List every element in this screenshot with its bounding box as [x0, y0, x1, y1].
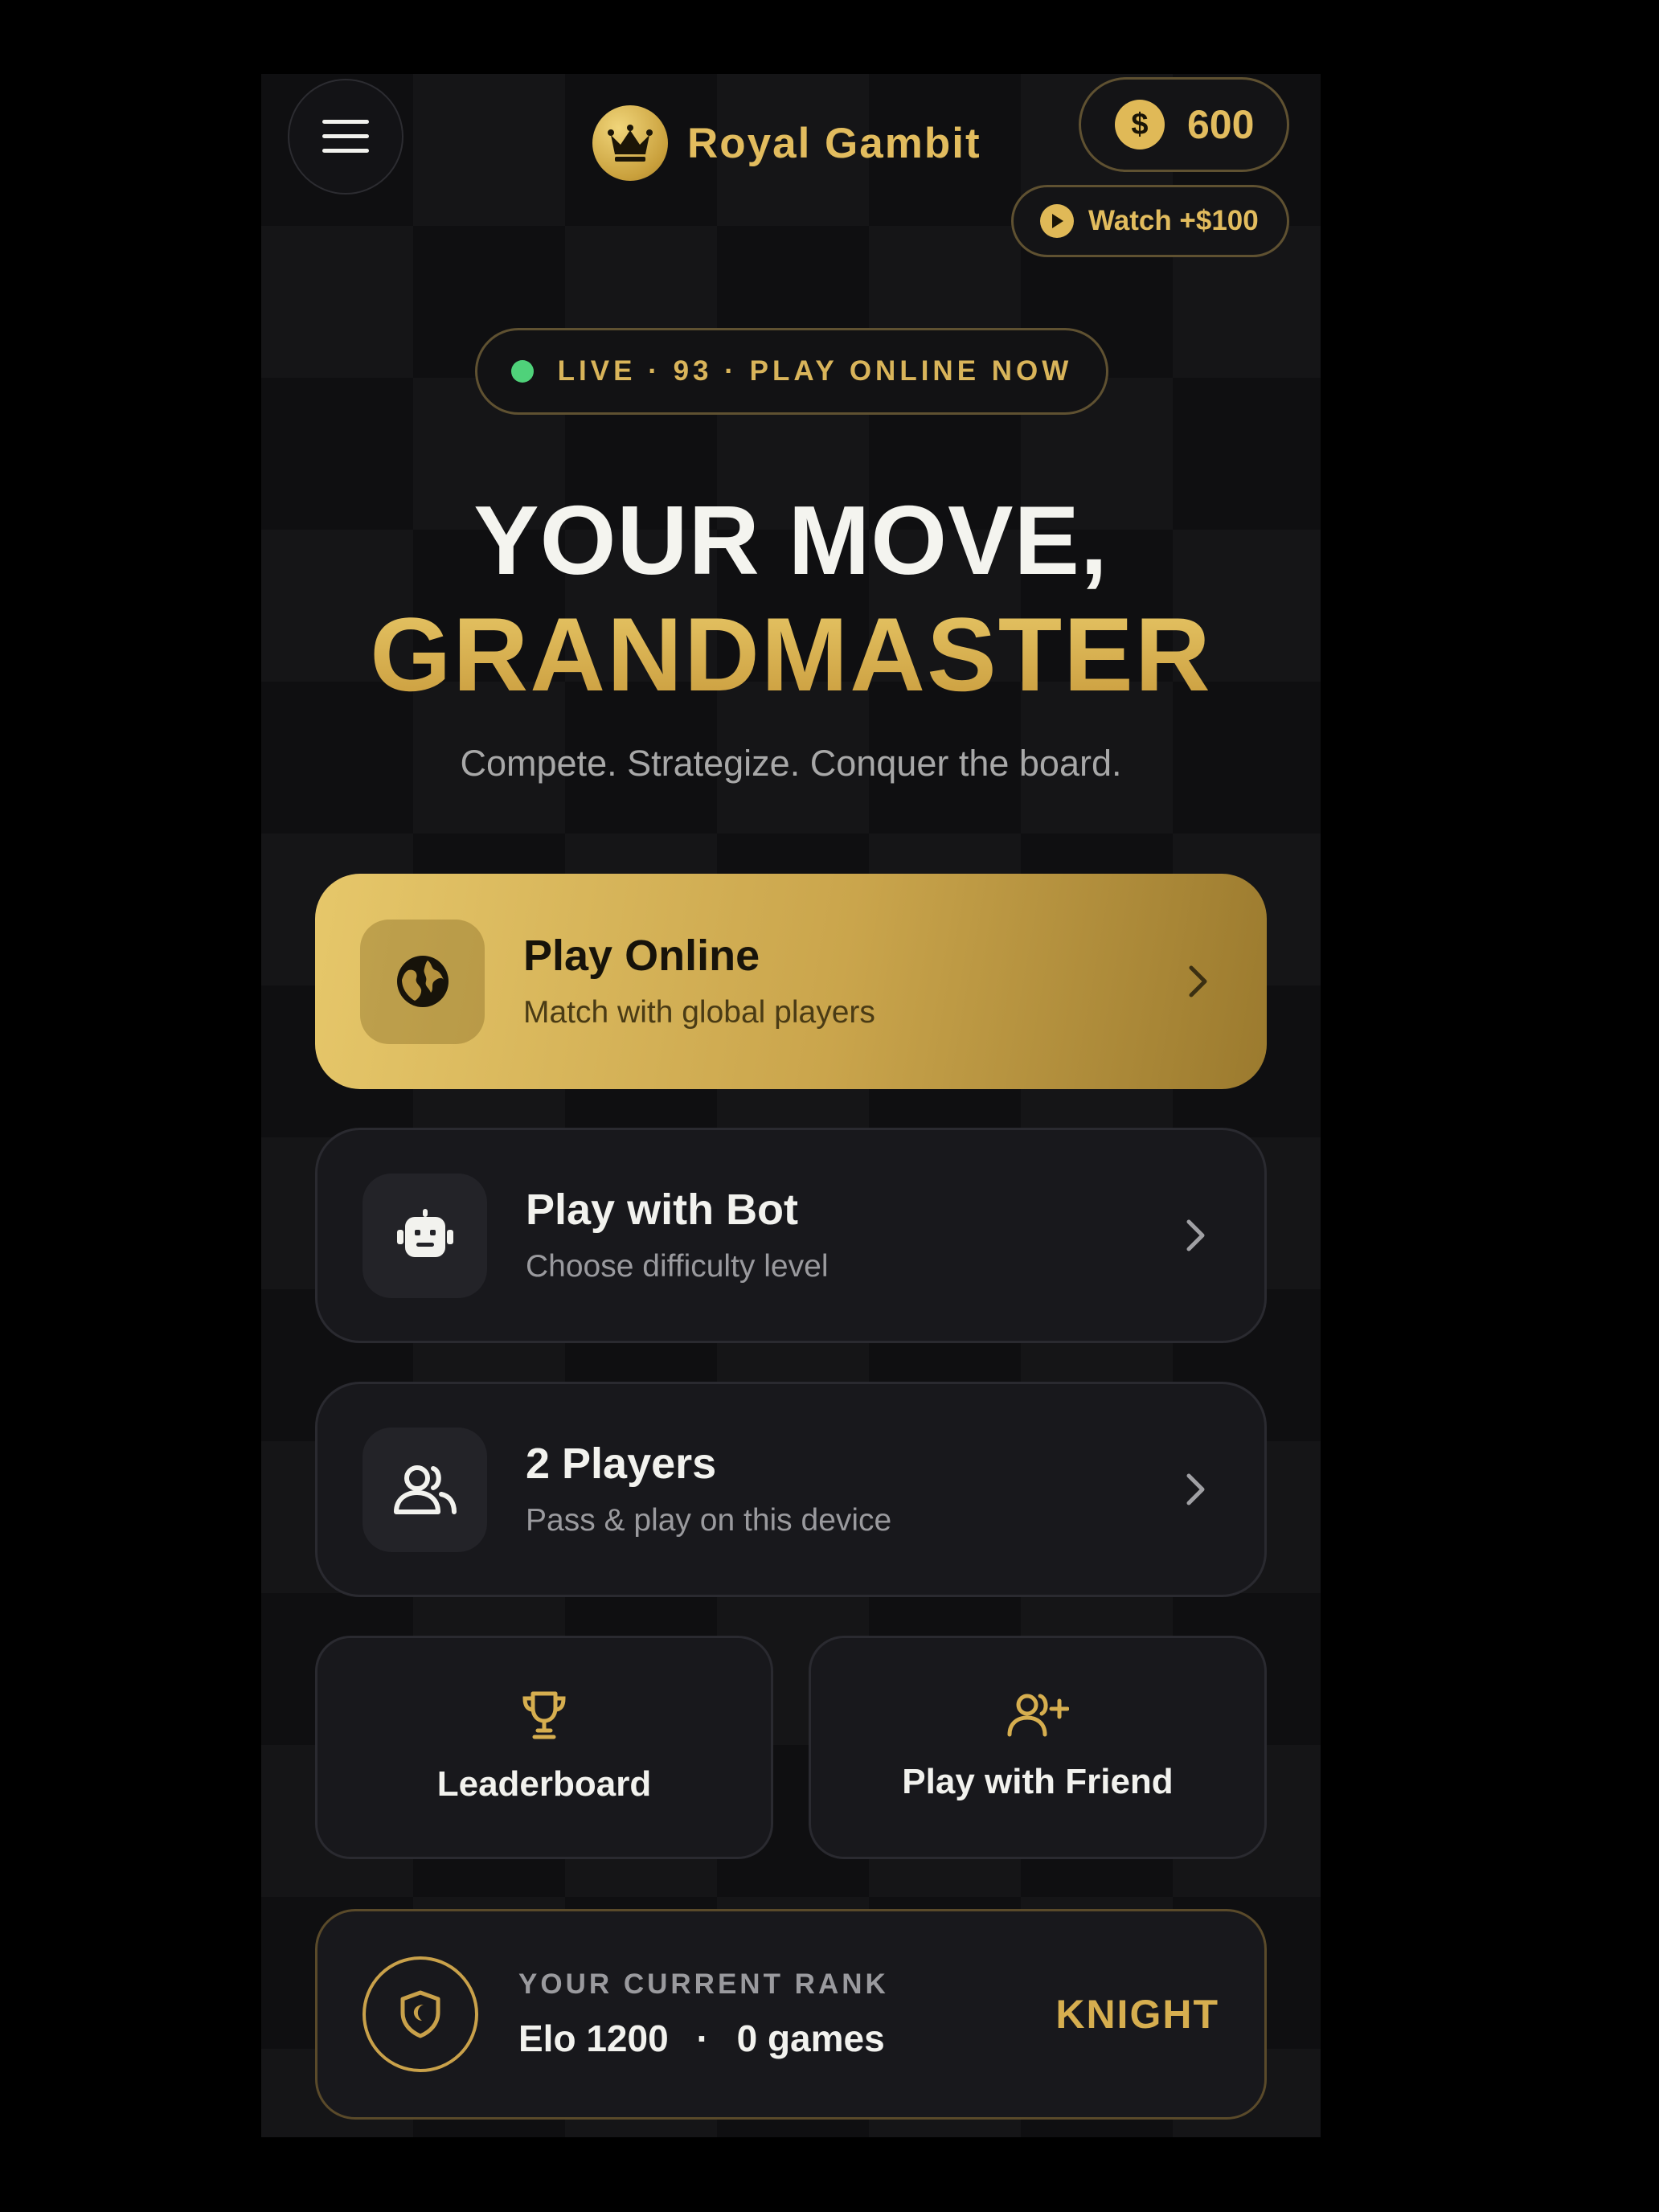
- play-with-friend-label: Play with Friend: [902, 1762, 1174, 1801]
- users-icon: [363, 1427, 487, 1552]
- coin-balance[interactable]: $ 600: [1079, 77, 1289, 172]
- trophy-icon: [522, 1691, 566, 1739]
- games-count: 0 games: [736, 2017, 885, 2059]
- app-logo: Royal Gambit: [592, 103, 981, 183]
- chevron-right-icon: [1189, 965, 1207, 997]
- current-rank-card[interactable]: YOUR CURRENT RANK Elo 1200 · 0 games KNI…: [315, 1909, 1267, 2120]
- shield-icon: [400, 1990, 440, 2038]
- live-indicator-dot: [510, 360, 534, 383]
- coin-count: 600: [1187, 102, 1255, 147]
- rank-badge: [363, 1956, 478, 2072]
- robot-icon: [363, 1173, 487, 1298]
- hero-title-line2: GRANDMASTER: [261, 594, 1321, 715]
- stats-separator: ·: [696, 2017, 709, 2059]
- watch-ad-label: Watch +$100: [1088, 205, 1259, 236]
- play-with-bot-button[interactable]: Play with Bot Choose difficulty level: [315, 1128, 1267, 1343]
- play-online-subtitle: Match with global players: [523, 994, 875, 1030]
- crown-icon: [592, 105, 668, 181]
- play-online-button[interactable]: Play Online Match with global players: [315, 874, 1267, 1089]
- app-title: Royal Gambit: [687, 119, 981, 167]
- app-screen: Royal Gambit $ 600 Watch +$100 LIVE · 93…: [261, 74, 1321, 2137]
- two-players-subtitle: Pass & play on this device: [526, 1502, 892, 1538]
- live-status-text: LIVE · 93 · PLAY ONLINE NOW: [557, 355, 1073, 387]
- play-online-title: Play Online: [523, 932, 760, 981]
- chevron-right-icon: [1186, 1473, 1205, 1505]
- coin-symbol: $: [1131, 107, 1149, 141]
- play-icon: [1040, 204, 1074, 238]
- chevron-right-icon: [1186, 1219, 1205, 1251]
- play-with-friend-button[interactable]: Play with Friend: [809, 1636, 1267, 1859]
- leaderboard-button[interactable]: Leaderboard: [315, 1636, 773, 1859]
- two-players-button[interactable]: 2 Players Pass & play on this device: [315, 1382, 1267, 1597]
- elo-rating: Elo 1200: [518, 2017, 669, 2059]
- hero-title-line1: YOUR MOVE,: [473, 485, 1108, 595]
- rank-title: KNIGHT: [1055, 1992, 1219, 2037]
- globe-icon: [360, 919, 485, 1044]
- leaderboard-label: Leaderboard: [436, 1764, 652, 1804]
- hero-tagline: Compete. Strategize. Conquer the board.: [460, 743, 1122, 784]
- play-with-bot-title: Play with Bot: [526, 1186, 799, 1235]
- user-plus-icon: [1007, 1694, 1069, 1737]
- menu-button[interactable]: [288, 79, 403, 195]
- live-status-badge: LIVE · 93 · PLAY ONLINE NOW: [475, 328, 1108, 415]
- dollar-coin-icon: $: [1115, 100, 1165, 150]
- watch-ad-button[interactable]: Watch +$100: [1011, 185, 1289, 257]
- hamburger-icon: [322, 120, 369, 153]
- two-players-title: 2 Players: [526, 1440, 717, 1489]
- rank-stats: Elo 1200 · 0 games: [518, 2017, 1055, 2060]
- play-with-bot-subtitle: Choose difficulty level: [526, 1248, 829, 1284]
- rank-caption: YOUR CURRENT RANK: [518, 1968, 889, 2000]
